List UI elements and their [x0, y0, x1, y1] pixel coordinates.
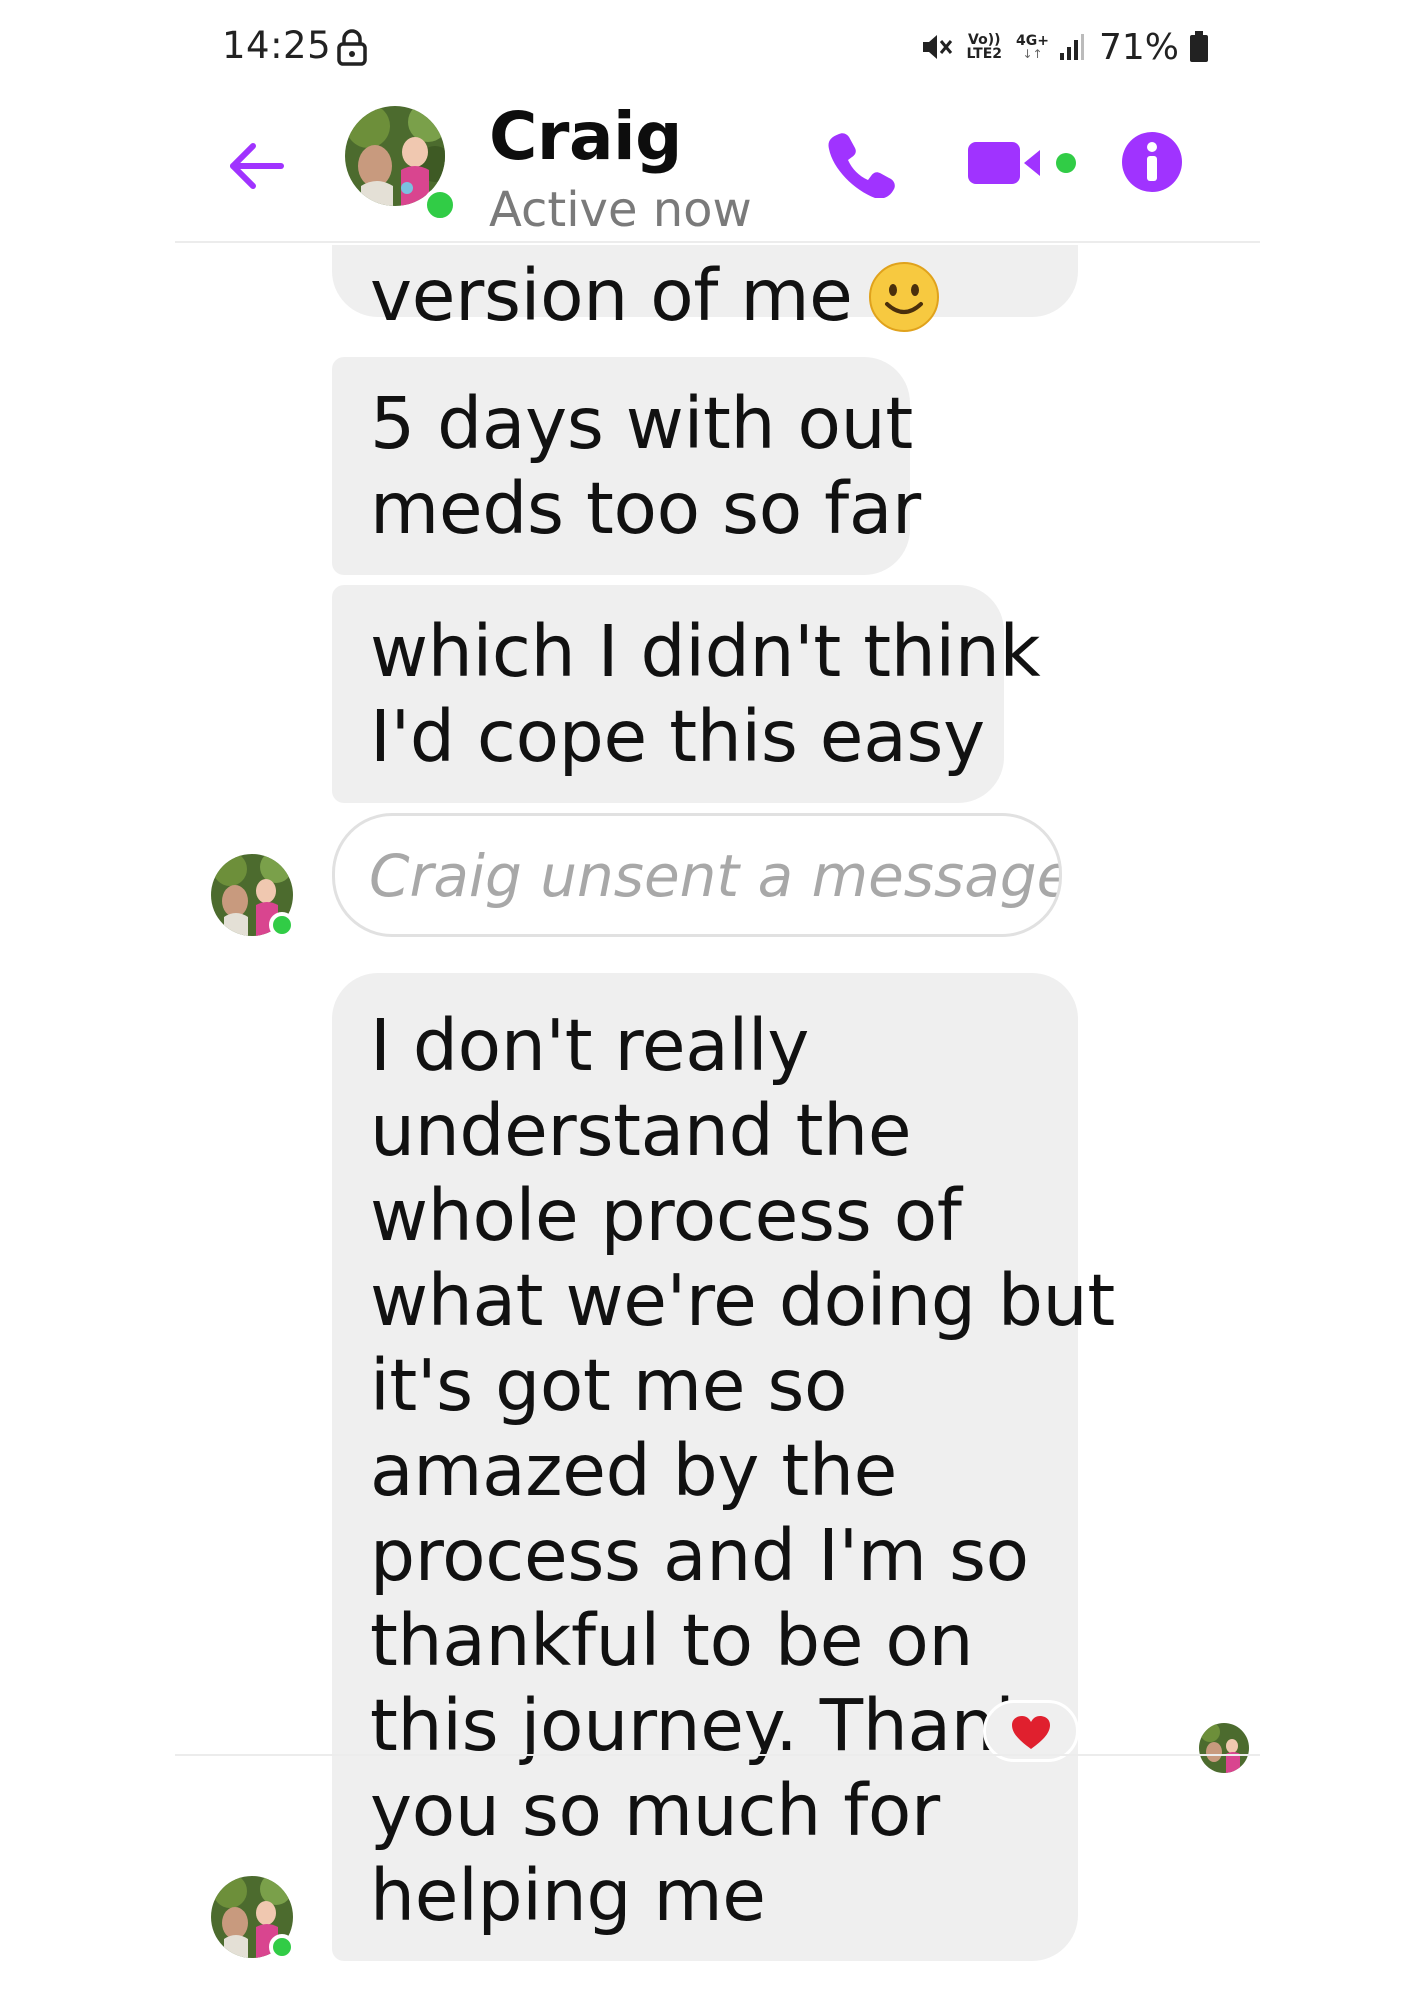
phone-call-icon[interactable] — [825, 128, 895, 198]
status-bar: 14:25 Vo)) LTE2 4G+ ↓↑ 71% — [0, 0, 1414, 95]
message-text: which I didn't think — [370, 610, 1041, 693]
message-text: I don't really — [370, 1004, 810, 1087]
message-text: you so much for — [370, 1769, 940, 1852]
contact-name[interactable]: Craig — [489, 98, 682, 175]
unsent-message-notice: Craig unsent a message — [332, 813, 1062, 937]
heart-icon — [1012, 1716, 1050, 1749]
read-receipt-avatar — [1199, 1723, 1249, 1773]
message-text: meds too so far — [370, 467, 921, 550]
volte-indicator: Vo)) LTE2 — [966, 32, 1003, 62]
message-bubble[interactable]: which I didn't think I'd cope this easy — [332, 585, 1041, 803]
message-text: 5 days with out — [370, 382, 913, 465]
smile-emoji-icon — [868, 262, 939, 332]
lock-icon — [337, 29, 367, 66]
back-arrow-icon[interactable] — [225, 134, 289, 198]
message-reaction[interactable] — [983, 1700, 1079, 1762]
message-bubble[interactable]: 5 days with out meds too so far — [332, 357, 921, 575]
message-text: it's got me so — [370, 1344, 848, 1427]
presence-status: Active now — [489, 182, 752, 238]
message-text: thankful to be on — [370, 1599, 974, 1682]
message-text: whole process of — [370, 1174, 962, 1257]
message-bubble[interactable]: version of me — [332, 245, 1078, 337]
signal-icon — [1059, 34, 1084, 60]
message-text: what we're doing but — [370, 1259, 1115, 1342]
message-text: I'd cope this easy — [370, 695, 985, 778]
battery-percent: 71% — [1098, 26, 1179, 68]
status-indicators: Vo)) LTE2 4G+ ↓↑ 71% — [919, 22, 1209, 72]
data-indicator: 4G+ ↓↑ — [1016, 33, 1049, 61]
messenger-chat-screen: 14:25 Vo)) LTE2 4G+ ↓↑ 71% Craig Active … — [0, 0, 1414, 2000]
message-bubble[interactable]: I don't really understand the whole proc… — [332, 973, 1115, 1961]
mute-icon — [922, 35, 952, 59]
status-time: 14:25 — [222, 24, 332, 67]
message-text: amazed by the — [370, 1429, 898, 1512]
video-call-icon[interactable] — [968, 138, 1078, 188]
battery-icon — [1190, 31, 1208, 62]
message-text: version of me — [370, 254, 853, 337]
sender-avatar[interactable] — [210, 853, 296, 939]
divider — [175, 1754, 1260, 1756]
sender-avatar[interactable] — [210, 1875, 296, 1961]
message-text: process and I'm so — [370, 1514, 1029, 1597]
message-text: helping me — [370, 1854, 766, 1937]
conversation-header: Craig Active now — [175, 98, 1260, 243]
info-icon[interactable] — [1120, 130, 1184, 194]
online-indicator-icon — [423, 188, 457, 222]
message-text: understand the — [370, 1089, 912, 1172]
